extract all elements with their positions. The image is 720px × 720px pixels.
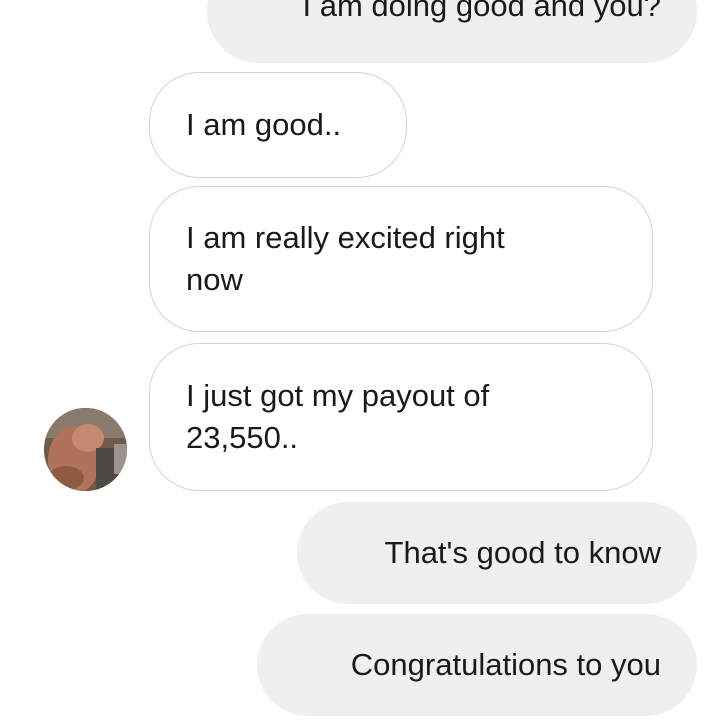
message-text: I am doing good and you? <box>302 0 662 23</box>
message-text: I am really excited right now <box>186 220 505 297</box>
message-text: That's good to know <box>384 535 661 570</box>
outgoing-message[interactable]: Congratulations to you <box>257 614 697 716</box>
incoming-message[interactable]: I just got my payout of 23,550.. <box>149 343 653 491</box>
incoming-message[interactable]: I am good.. <box>149 72 407 178</box>
message-text: I am good.. <box>186 107 342 142</box>
incoming-message[interactable]: I am really excited right now <box>149 186 653 332</box>
outgoing-message[interactable]: That's good to know <box>297 502 697 604</box>
message-text: I just got my payout of 23,550.. <box>186 378 490 455</box>
avatar-photo-icon <box>44 408 127 491</box>
outgoing-message[interactable]: I am doing good and you? <box>207 0 697 63</box>
sender-avatar[interactable] <box>44 408 127 491</box>
message-text: Congratulations to you <box>350 647 661 682</box>
